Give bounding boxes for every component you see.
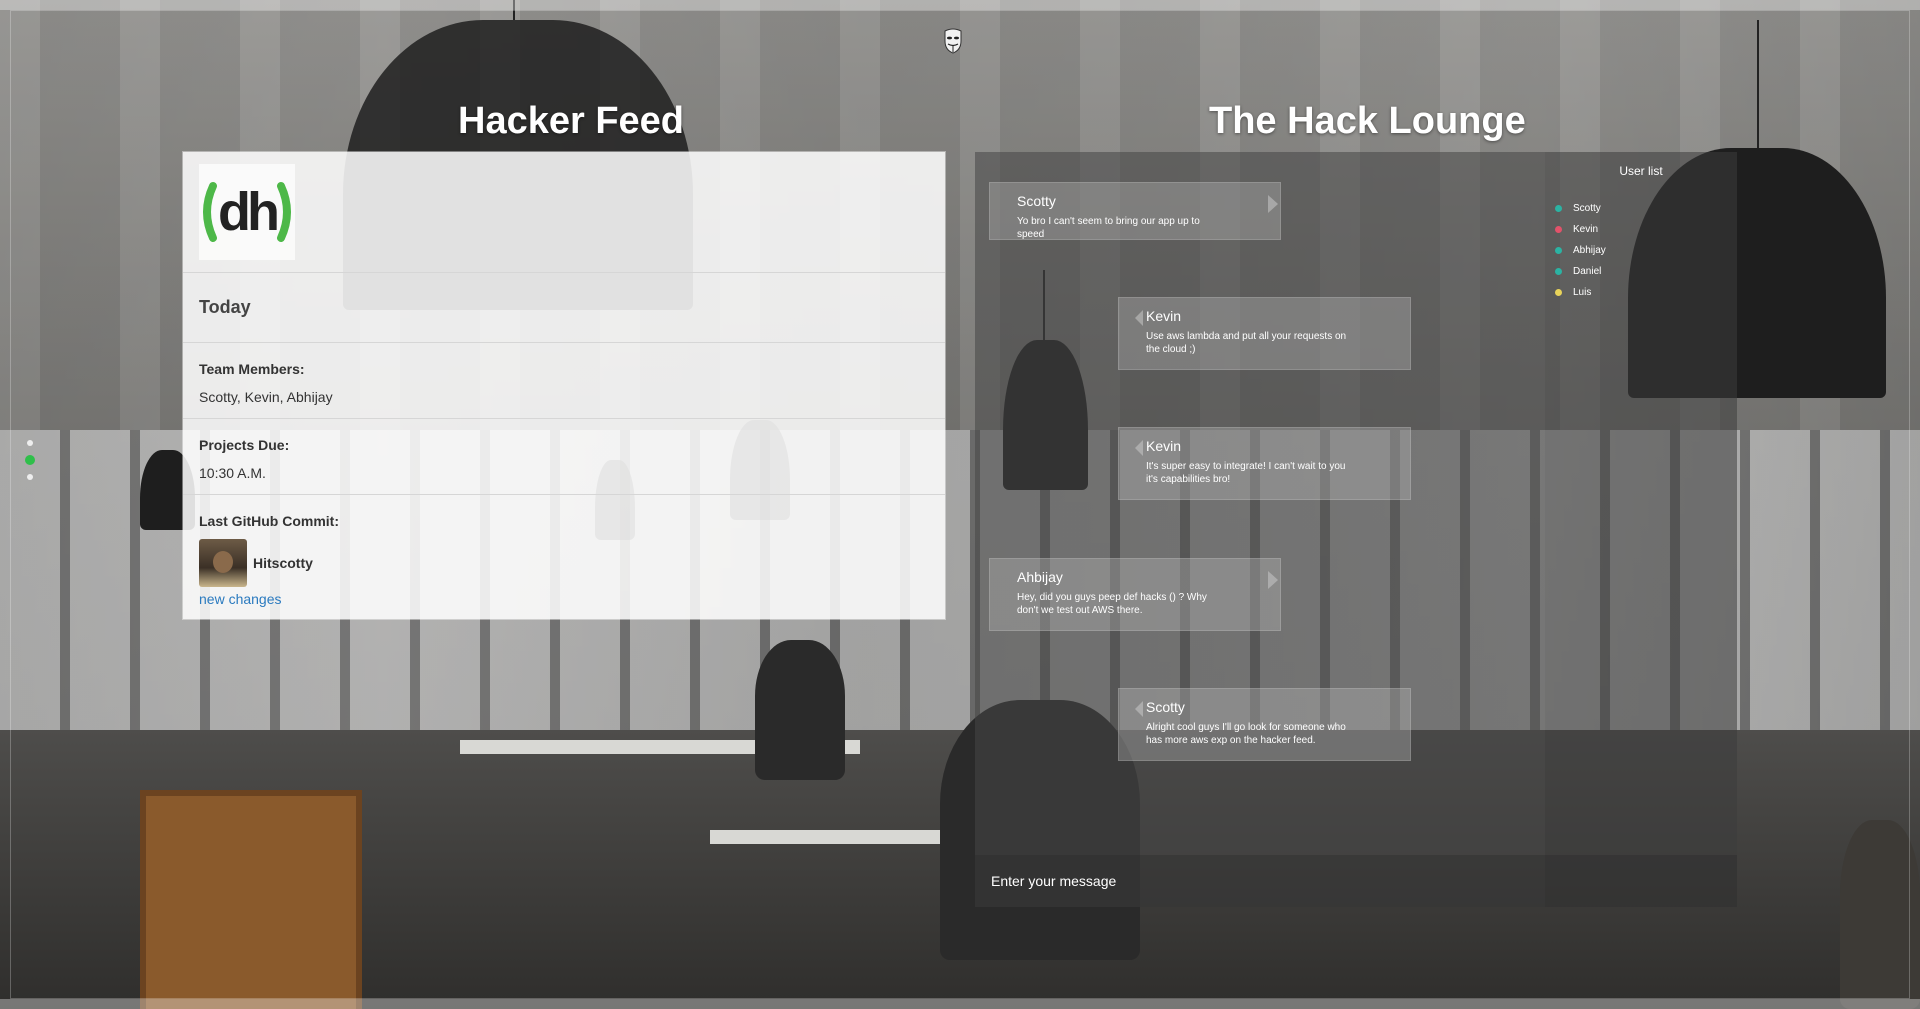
projects-due-value: 10:30 A.M. [199,465,266,481]
status-dot [1555,289,1562,296]
lamp-cord [1757,20,1759,150]
nav-dot-active[interactable] [25,455,35,465]
logo-row: dh [183,152,945,273]
feed-card: dh Today Team Members: Scotty, Kevin, Ab… [183,152,945,619]
user-item[interactable]: Luis [1555,282,1737,303]
message-text: Hey, did you guys peep def hacks () ? Wh… [1017,592,1207,616]
lounge-title: The Hack Lounge [1209,100,1526,142]
user-list-title: User list [1619,164,1663,178]
anonymous-mask-icon[interactable] [943,28,963,54]
status-dot [1555,205,1562,212]
person [1840,820,1920,1009]
user-item[interactable]: Abhijay [1555,240,1737,261]
person [755,640,845,780]
user-item[interactable]: Scotty [1555,198,1737,219]
user-item[interactable]: Kevin [1555,219,1737,240]
message-text: Use aws lambda and put all your requests… [1146,331,1347,355]
bottom-edge [0,999,1920,1009]
chat-message: Scotty Alright cool guys I'll go look fo… [1118,688,1411,761]
message-author: Ahbijay [1017,569,1063,585]
nav-dot[interactable] [27,474,33,480]
chat-message: Kevin Use aws lambda and put all your re… [1118,297,1411,370]
projects-due-row: Projects Due: 10:30 A.M. [183,419,945,495]
top-edge [0,0,1920,10]
today-row: Today [183,273,945,343]
team-members-row: Team Members: Scotty, Kevin, Abhijay [183,343,945,419]
message-author: Kevin [1146,438,1182,454]
message-text: It's super easy to integrate! I can't wa… [1146,461,1346,485]
github-commit-row: Last GitHub Commit: Hitscotty new change… [183,495,945,609]
message-input[interactable] [975,855,1737,907]
message-author: Scotty [1146,699,1185,715]
projects-due-label: Projects Due: [199,437,290,453]
feed-title: Hacker Feed [458,100,685,142]
user-name: Scotty [1573,203,1601,214]
user-name: Luis [1573,287,1592,298]
logo-text: dh [218,182,277,242]
message-author: Scotty [1017,193,1056,209]
dh-logo[interactable]: dh [199,164,295,260]
message-text: Alright cool guys I'll go look for someo… [1146,722,1346,746]
message-author: Kevin [1146,308,1182,324]
status-dot [1555,226,1562,233]
status-dot [1555,268,1562,275]
chat-message: Ahbijay Hey, did you guys peep def hacks… [989,558,1281,631]
user-list-panel: User list Scotty Kevin Abhijay Daniel Lu… [1545,152,1737,907]
user-list: Scotty Kevin Abhijay Daniel Luis [1545,198,1737,303]
user-item[interactable]: Daniel [1555,261,1737,282]
status-dot [1555,247,1562,254]
user-name: Kevin [1573,224,1599,235]
avatar[interactable] [199,539,247,587]
github-commit-label: Last GitHub Commit: [199,513,339,529]
user-name: Daniel [1573,266,1602,277]
chat-message: Scotty Yo bro I can't seem to bring our … [989,182,1281,240]
section-nav [25,440,35,489]
team-members-value: Scotty, Kevin, Abhijay [199,389,333,405]
user-name: Abhijay [1573,245,1606,256]
chat-message: Kevin It's super easy to integrate! I ca… [1118,427,1411,500]
message-text: Yo bro I can't seem to bring our app up … [1017,216,1200,240]
commit-username[interactable]: Hitscotty [253,555,313,571]
today-label: Today [199,297,251,317]
commit-user: Hitscotty [199,539,929,587]
commit-link[interactable]: new changes [199,591,282,607]
chat-panel [975,152,1545,907]
team-members-label: Team Members: [199,361,305,377]
nav-dot[interactable] [27,440,33,446]
shuffleboard-table [140,790,362,1009]
